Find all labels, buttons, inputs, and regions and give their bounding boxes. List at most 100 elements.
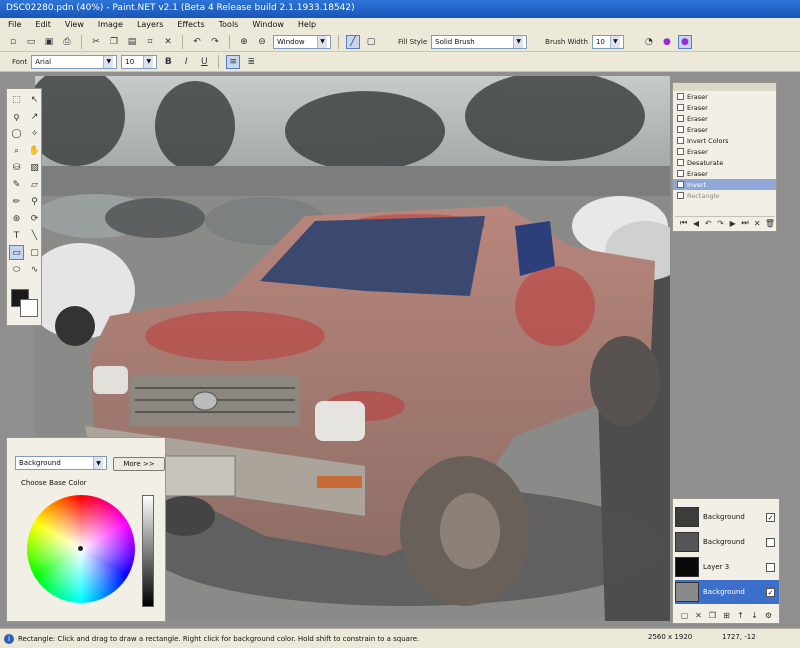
eraser-icon[interactable]: ▱ — [27, 177, 42, 192]
move-icon[interactable]: ↖ — [27, 92, 42, 107]
italic-button[interactable]: I — [179, 55, 193, 69]
menu-tools[interactable]: Tools — [219, 20, 239, 30]
history-item[interactable]: Eraser — [673, 146, 776, 157]
secondary-color-swatch[interactable] — [20, 299, 38, 317]
text-icon[interactable]: T — [9, 228, 24, 243]
layer-row[interactable]: Layer 3 — [675, 555, 779, 579]
history-item[interactable]: Invert — [673, 179, 776, 190]
menu-effects[interactable]: Effects — [177, 20, 204, 30]
history-item[interactable]: Eraser — [673, 91, 776, 102]
zoom-in-icon[interactable]: ⊕ — [237, 35, 251, 49]
menu-window[interactable]: Window — [252, 20, 284, 30]
fast-forward-icon[interactable]: ⏭ — [740, 218, 749, 228]
bold-button[interactable]: B — [161, 55, 175, 69]
more-button[interactable]: More >> — [113, 457, 165, 471]
copy-icon[interactable]: ❐ — [107, 35, 121, 49]
gradient-icon[interactable]: ▧ — [27, 160, 42, 175]
zoom-select[interactable]: Window ▼ — [273, 34, 331, 49]
blend-mode-icon[interactable]: ◔ — [642, 35, 656, 49]
move-layer-up-icon[interactable]: ↑ — [735, 611, 746, 620]
font-size-select[interactable]: 10 ▼ — [121, 54, 158, 69]
line-icon[interactable]: ╲ — [27, 228, 42, 243]
redo-icon[interactable]: ↷ — [208, 35, 222, 49]
freeform-shape-icon[interactable]: ∿ — [27, 262, 42, 277]
print-icon[interactable]: ⎙ — [60, 35, 74, 49]
add-layer-icon[interactable]: ▢ — [679, 611, 690, 620]
history-item[interactable]: Eraser — [673, 102, 776, 113]
layer-row[interactable]: Background ✓ — [675, 505, 779, 529]
value-slider[interactable] — [142, 495, 154, 607]
magic-wand-icon[interactable]: ✧ — [27, 126, 42, 141]
merge-layer-icon[interactable]: ⊞ — [721, 611, 732, 620]
history-item[interactable]: Rectangle — [673, 190, 776, 201]
layer-visibility-checkbox[interactable] — [766, 562, 775, 572]
paintbrush-icon[interactable]: ✎ — [9, 177, 24, 192]
history-item[interactable]: Eraser — [673, 113, 776, 124]
step-back-icon[interactable]: ◀ — [691, 219, 700, 228]
paint-bucket-icon[interactable]: ⛁ — [9, 160, 24, 175]
menu-edit[interactable]: Edit — [35, 20, 51, 30]
underline-button[interactable]: U — [197, 55, 211, 69]
layer-row[interactable]: Background ✓ — [675, 580, 779, 604]
brush-width-select[interactable]: 10 ▼ — [591, 34, 624, 49]
layer-row[interactable]: Background — [675, 530, 779, 554]
undo-icon[interactable]: ↶ — [190, 35, 204, 49]
layer-visibility-checkbox[interactable] — [766, 537, 775, 547]
move-selection-icon[interactable]: ↗ — [27, 109, 42, 124]
color-swatches[interactable] — [11, 289, 39, 319]
cut-icon[interactable]: ✂ — [89, 35, 103, 49]
recolor-icon[interactable]: ⟳ — [27, 211, 42, 226]
color-drop-icon[interactable]: ● — [660, 35, 674, 49]
shape-outline-icon[interactable]: ▢ — [364, 35, 378, 49]
save-icon[interactable]: ▣ — [42, 35, 56, 49]
ellipse-select-icon[interactable]: ◯ — [9, 126, 24, 141]
history-item[interactable]: Invert Colors — [673, 135, 776, 146]
open-file-icon[interactable]: ▭ — [24, 35, 38, 49]
lasso-icon[interactable]: ϙ — [9, 109, 24, 124]
menu-view[interactable]: View — [65, 20, 84, 30]
undo-icon[interactable]: ↶ — [704, 219, 713, 228]
layer-properties-icon[interactable]: ⚙ — [763, 611, 774, 620]
color-picker-icon[interactable]: ⚲ — [27, 194, 42, 209]
clone-stamp-icon[interactable]: ⊛ — [9, 211, 24, 226]
menu-help[interactable]: Help — [298, 20, 316, 30]
delete-history-icon[interactable]: ✕ — [753, 219, 762, 228]
history-item[interactable]: Eraser — [673, 168, 776, 179]
duplicate-layer-icon[interactable]: ❐ — [707, 611, 718, 620]
layer-visibility-checkbox[interactable]: ✓ — [766, 587, 775, 597]
zoom-out-icon[interactable]: ⊖ — [255, 35, 269, 49]
menu-file[interactable]: File — [8, 20, 21, 30]
color-target-select[interactable]: Background ▼ — [15, 456, 107, 470]
color-drop-active-icon[interactable]: ● — [677, 34, 692, 49]
step-forward-icon[interactable]: ▶ — [728, 219, 737, 228]
zoom-icon[interactable]: ⌕ — [9, 143, 24, 158]
redo-icon[interactable]: ↷ — [716, 219, 725, 228]
ellipse-icon[interactable]: ⬭ — [9, 262, 24, 277]
align-left-icon[interactable]: ≡ — [226, 54, 241, 69]
move-layer-down-icon[interactable]: ↓ — [749, 611, 760, 620]
rectangle-select-icon[interactable]: ⬚ — [9, 92, 24, 107]
crop-icon[interactable]: ⌗ — [143, 35, 157, 49]
menu-image[interactable]: Image — [98, 20, 123, 30]
fill-style-select[interactable]: Solid Brush ▼ — [431, 34, 528, 49]
deselect-icon[interactable]: ✕ — [161, 35, 175, 49]
color-wheel[interactable] — [27, 495, 135, 603]
rectangle-icon[interactable]: ▭ — [9, 245, 24, 260]
align-center-icon[interactable]: ≣ — [244, 55, 258, 69]
pan-icon[interactable]: ✋ — [27, 143, 42, 158]
antialias-icon[interactable]: ╱ — [346, 34, 360, 49]
rewind-icon[interactable]: ⏮ — [679, 218, 688, 228]
rounded-rectangle-icon[interactable]: ▢ — [27, 245, 42, 260]
trash-icon[interactable]: 🗑 — [765, 219, 775, 228]
layer-visibility-checkbox[interactable]: ✓ — [766, 512, 775, 522]
menu-layers[interactable]: Layers — [137, 20, 163, 30]
font-select[interactable]: Arial ▼ — [31, 54, 118, 69]
history-item[interactable]: Desaturate — [673, 157, 776, 168]
history-item[interactable]: Eraser — [673, 124, 776, 135]
pencil-icon[interactable]: ✏ — [9, 194, 24, 209]
color-wheel-selector[interactable] — [78, 546, 83, 551]
new-file-icon[interactable]: ▫ — [6, 35, 20, 49]
paste-icon[interactable]: ▤ — [125, 35, 139, 49]
cursor-position: 1727, -12 — [722, 633, 756, 641]
delete-layer-icon[interactable]: ✕ — [693, 611, 704, 620]
